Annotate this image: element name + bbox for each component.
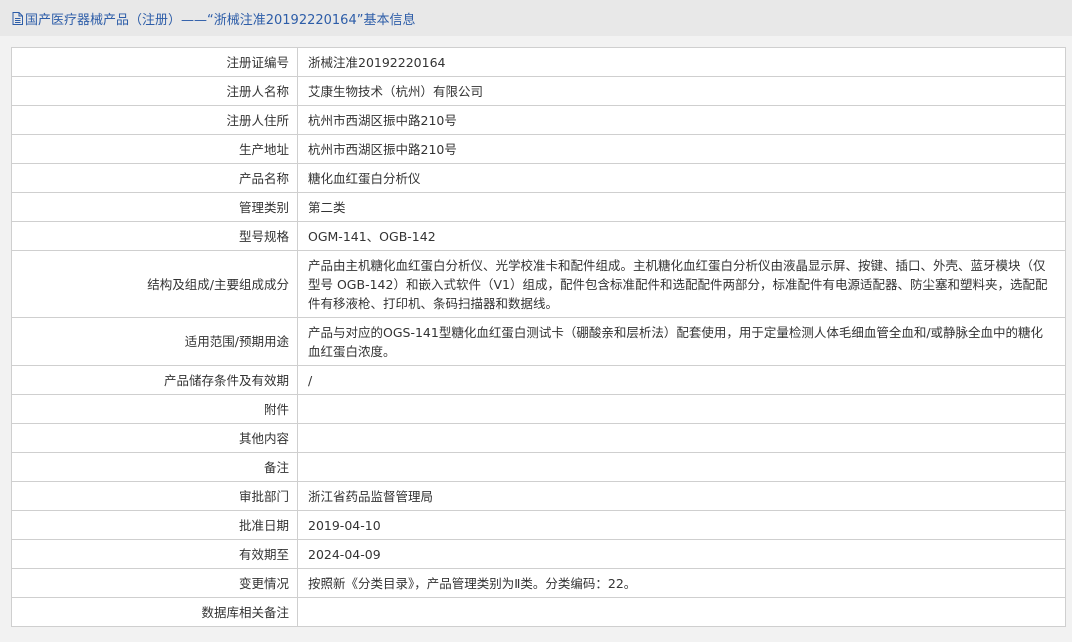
table-row: 结构及组成/主要组成成分 产品由主机糖化血红蛋白分析仪、光学校准卡和配件组成。主… bbox=[11, 250, 1066, 318]
row-label: 有效期至 bbox=[11, 539, 298, 569]
table-row: 注册证编号 浙械注准20192220164 bbox=[11, 47, 1066, 77]
row-label: 其他内容 bbox=[11, 423, 298, 453]
product-info-table: 注册证编号 浙械注准20192220164 注册人名称 艾康生物技术（杭州）有限… bbox=[11, 47, 1066, 627]
page-title-bar: 国产医疗器械产品（注册）——“浙械注准20192220164”基本信息 bbox=[0, 0, 1072, 36]
table-row: 批准日期 2019-04-10 bbox=[11, 510, 1066, 540]
info-panel: 注册证编号 浙械注准20192220164 注册人名称 艾康生物技术（杭州）有限… bbox=[0, 36, 1072, 642]
table-row: 注册人住所 杭州市西湖区振中路210号 bbox=[11, 105, 1066, 135]
table-row: 产品储存条件及有效期 / bbox=[11, 365, 1066, 395]
row-label: 产品储存条件及有效期 bbox=[11, 365, 298, 395]
page-title: 国产医疗器械产品（注册）——“浙械注准20192220164”基本信息 bbox=[25, 12, 416, 28]
row-label: 备注 bbox=[11, 452, 298, 482]
table-row: 备注 bbox=[11, 452, 1066, 482]
row-label: 变更情况 bbox=[11, 568, 298, 598]
table-row: 适用范围/预期用途 产品与对应的OGS-141型糖化血红蛋白测试卡（硼酸亲和层析… bbox=[11, 317, 1066, 366]
row-value: 杭州市西湖区振中路210号 bbox=[297, 105, 1066, 135]
table-row: 生产地址 杭州市西湖区振中路210号 bbox=[11, 134, 1066, 164]
table-row: 其他内容 bbox=[11, 423, 1066, 453]
row-label: 数据库相关备注 bbox=[11, 597, 298, 627]
row-label: 注册人名称 bbox=[11, 76, 298, 106]
row-label: 管理类别 bbox=[11, 192, 298, 222]
row-value: 2024-04-09 bbox=[297, 539, 1066, 569]
row-value bbox=[297, 452, 1066, 482]
row-value: 浙江省药品监督管理局 bbox=[297, 481, 1066, 511]
row-value: 糖化血红蛋白分析仪 bbox=[297, 163, 1066, 193]
row-label: 审批部门 bbox=[11, 481, 298, 511]
row-value: 产品由主机糖化血红蛋白分析仪、光学校准卡和配件组成。主机糖化血红蛋白分析仪由液晶… bbox=[297, 250, 1066, 318]
row-value: / bbox=[297, 365, 1066, 395]
table-row: 变更情况 按照新《分类目录》，产品管理类别为Ⅱ类。分类编码：22。 bbox=[11, 568, 1066, 598]
row-label: 型号规格 bbox=[11, 221, 298, 251]
row-value bbox=[297, 423, 1066, 453]
table-row: 附件 bbox=[11, 394, 1066, 424]
row-value: 艾康生物技术（杭州）有限公司 bbox=[297, 76, 1066, 106]
table-row: 注册人名称 艾康生物技术（杭州）有限公司 bbox=[11, 76, 1066, 106]
table-row: 有效期至 2024-04-09 bbox=[11, 539, 1066, 569]
row-value: 按照新《分类目录》，产品管理类别为Ⅱ类。分类编码：22。 bbox=[297, 568, 1066, 598]
row-value: 杭州市西湖区振中路210号 bbox=[297, 134, 1066, 164]
row-label: 批准日期 bbox=[11, 510, 298, 540]
row-label: 附件 bbox=[11, 394, 298, 424]
row-label: 适用范围/预期用途 bbox=[11, 317, 298, 366]
row-value: OGM-141、OGB-142 bbox=[297, 221, 1066, 251]
table-row: 数据库相关备注 bbox=[11, 597, 1066, 627]
table-row: 管理类别 第二类 bbox=[11, 192, 1066, 222]
table-row: 产品名称 糖化血红蛋白分析仪 bbox=[11, 163, 1066, 193]
row-value: 2019-04-10 bbox=[297, 510, 1066, 540]
row-value bbox=[297, 597, 1066, 627]
row-value bbox=[297, 394, 1066, 424]
row-label: 注册人住所 bbox=[11, 105, 298, 135]
row-value: 浙械注准20192220164 bbox=[297, 47, 1066, 77]
row-label: 产品名称 bbox=[11, 163, 298, 193]
document-icon bbox=[12, 11, 23, 25]
table-row: 审批部门 浙江省药品监督管理局 bbox=[11, 481, 1066, 511]
table-row: 型号规格 OGM-141、OGB-142 bbox=[11, 221, 1066, 251]
row-label: 生产地址 bbox=[11, 134, 298, 164]
row-label: 结构及组成/主要组成成分 bbox=[11, 250, 298, 318]
row-value: 产品与对应的OGS-141型糖化血红蛋白测试卡（硼酸亲和层析法）配套使用，用于定… bbox=[297, 317, 1066, 366]
row-value: 第二类 bbox=[297, 192, 1066, 222]
row-label: 注册证编号 bbox=[11, 47, 298, 77]
